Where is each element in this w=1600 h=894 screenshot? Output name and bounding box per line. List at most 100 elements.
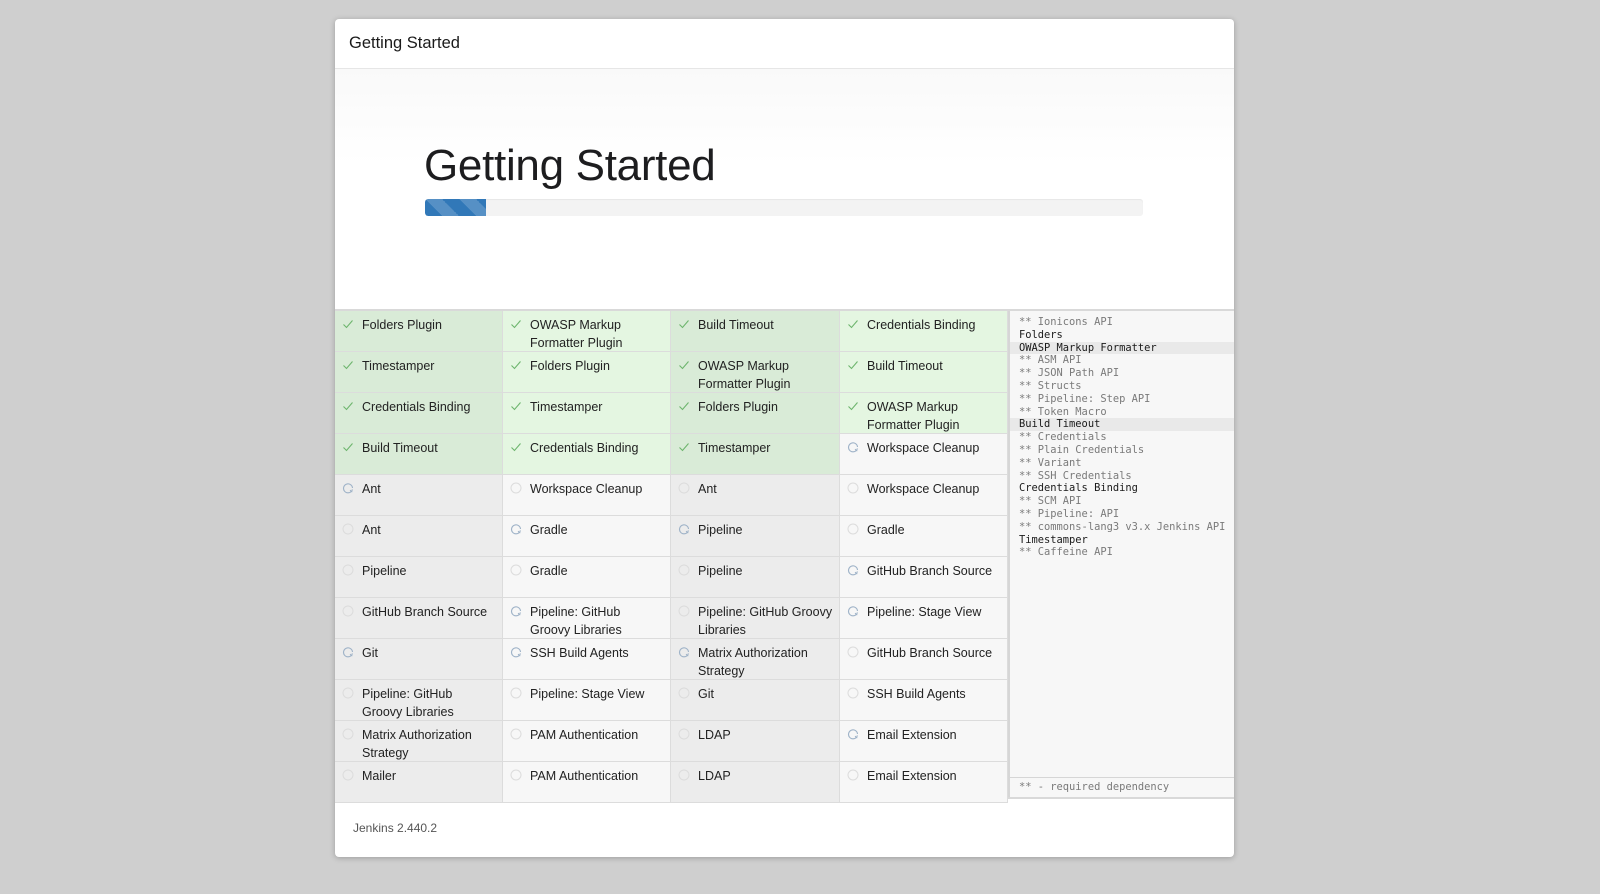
spinner-icon <box>678 646 690 658</box>
log-dependency-line: ** Variant <box>1019 456 1082 469</box>
check-icon <box>847 359 859 371</box>
plugin-name: Credentials Binding <box>362 400 471 414</box>
plugin-item: Workspace Cleanup <box>840 434 1008 475</box>
plugin-name: Ant <box>362 523 381 537</box>
spinner-icon <box>510 523 522 535</box>
plugin-name: Credentials Binding <box>867 318 976 332</box>
plugin-name: Pipeline: GitHub Groovy Libraries <box>530 605 622 637</box>
plugin-name: Pipeline: GitHub Groovy Libraries <box>698 605 833 637</box>
plugin-name: Pipeline: Stage View <box>530 687 645 701</box>
log-dependency-line: ** Token Macro <box>1019 405 1107 418</box>
check-icon <box>678 441 690 453</box>
spinner-icon <box>847 605 859 617</box>
spinner-icon <box>342 646 354 658</box>
hero-section: Getting Started <box>335 69 1234 311</box>
pending-circle-icon <box>342 769 354 781</box>
log-dependency-line: ** Ionicons API <box>1019 316 1113 328</box>
plugin-name: Folders Plugin <box>698 400 778 414</box>
plugin-item: Folders Plugin <box>335 311 503 352</box>
plugin-name: SSH Build Agents <box>530 646 629 660</box>
check-icon <box>510 400 522 412</box>
plugin-item: Build Timeout <box>335 434 503 475</box>
check-icon <box>678 359 690 371</box>
plugin-name: Workspace Cleanup <box>867 482 980 496</box>
plugin-item: LDAP <box>671 721 840 762</box>
pending-circle-icon <box>678 605 690 617</box>
plugin-item: Pipeline <box>671 557 840 598</box>
plugin-name: Email Extension <box>867 769 957 783</box>
plugin-name: Gradle <box>530 564 568 578</box>
pending-circle-icon <box>678 482 690 494</box>
plugin-item: Matrix Authorization Strategy <box>335 721 503 762</box>
dialog-footer: Jenkins 2.440.2 <box>335 799 1234 857</box>
plugin-name: Credentials Binding <box>530 441 639 455</box>
plugin-name: PAM Authentication <box>530 769 639 783</box>
plugin-item: PAM Authentication <box>503 721 671 762</box>
pending-circle-icon <box>510 687 522 699</box>
plugin-item: SSH Build Agents <box>503 639 671 680</box>
plugin-name: Pipeline <box>698 523 743 537</box>
plugin-item: Folders Plugin <box>503 352 671 393</box>
check-icon <box>342 318 354 330</box>
plugin-item: Credentials Binding <box>503 434 671 475</box>
pending-circle-icon <box>678 728 690 740</box>
pending-circle-icon <box>678 769 690 781</box>
plugin-item: Git <box>671 680 840 721</box>
spinner-icon <box>847 441 859 453</box>
plugin-name: Build Timeout <box>867 359 943 373</box>
plugin-item: OWASP Markup Formatter Plugin <box>503 311 671 352</box>
log-plugin-line: Folders <box>1019 328 1063 341</box>
spinner-icon <box>678 523 690 535</box>
log-dependency-line: ** Pipeline: API <box>1019 507 1120 520</box>
log-dependency-line: ** commons-lang3 v3.x Jenkins API <box>1019 520 1226 533</box>
plugin-item: Pipeline <box>671 516 840 557</box>
plugin-name: Timestamper <box>698 441 771 455</box>
plugin-name: Workspace Cleanup <box>530 482 643 496</box>
log-legend: ** - required dependency <box>1010 777 1234 797</box>
plugin-item: Timestamper <box>671 434 840 475</box>
log-plugin-line: Timestamper <box>1019 533 1088 546</box>
pending-circle-icon <box>847 646 859 658</box>
plugin-item: LDAP <box>671 762 840 803</box>
plugin-item: Pipeline: GitHub Groovy Libraries <box>335 680 503 721</box>
plugin-name: Mailer <box>362 769 397 783</box>
plugin-item: GitHub Branch Source <box>335 598 503 639</box>
plugin-name: LDAP <box>698 769 731 783</box>
pending-circle-icon <box>678 687 690 699</box>
plugin-item: GitHub Branch Source <box>840 557 1008 598</box>
pending-circle-icon <box>510 728 522 740</box>
spinner-icon <box>342 482 354 494</box>
plugin-item: Matrix Authorization Strategy <box>671 639 840 680</box>
plugin-name: Git <box>698 687 714 701</box>
plugin-item: Mailer <box>335 762 503 803</box>
dialog-title: Getting Started <box>349 34 460 52</box>
setup-wizard-dialog: Getting Started Getting Started Folders … <box>335 19 1234 857</box>
pending-circle-icon <box>847 523 859 535</box>
plugin-name: Timestamper <box>362 359 435 373</box>
spinner-icon <box>510 605 522 617</box>
plugin-name: Gradle <box>867 523 905 537</box>
plugin-item: Ant <box>335 516 503 557</box>
log-dependency-line: ** Structs <box>1019 379 1082 392</box>
plugin-item: Pipeline: Stage View <box>503 680 671 721</box>
plugin-item: Pipeline: GitHub Groovy Libraries <box>503 598 671 639</box>
plugin-item: Pipeline: Stage View <box>840 598 1008 639</box>
plugin-item: Workspace Cleanup <box>840 475 1008 516</box>
progress-fill <box>425 199 487 216</box>
plugin-name: Matrix Authorization Strategy <box>698 646 808 678</box>
plugin-name: GitHub Branch Source <box>362 605 488 619</box>
plugin-item: Pipeline <box>335 557 503 598</box>
plugin-name: PAM Authentication <box>530 728 639 742</box>
check-icon <box>510 441 522 453</box>
plugin-name: Build Timeout <box>362 441 438 455</box>
plugin-item: Folders Plugin <box>671 393 840 434</box>
plugin-item: Git <box>335 639 503 680</box>
log-dependency-line: ** Pipeline: Step API <box>1019 392 1151 405</box>
plugin-item: OWASP Markup Formatter Plugin <box>840 393 1008 434</box>
plugin-name: GitHub Branch Source <box>867 646 993 660</box>
plugin-name: OWASP Markup Formatter Plugin <box>530 318 623 350</box>
plugin-name: OWASP Markup Formatter Plugin <box>698 359 791 391</box>
check-icon <box>847 400 859 412</box>
plugin-item: OWASP Markup Formatter Plugin <box>671 352 840 393</box>
install-log-panel[interactable]: ** Ionicons API Folders OWASP Markup Forma… <box>1008 311 1234 797</box>
